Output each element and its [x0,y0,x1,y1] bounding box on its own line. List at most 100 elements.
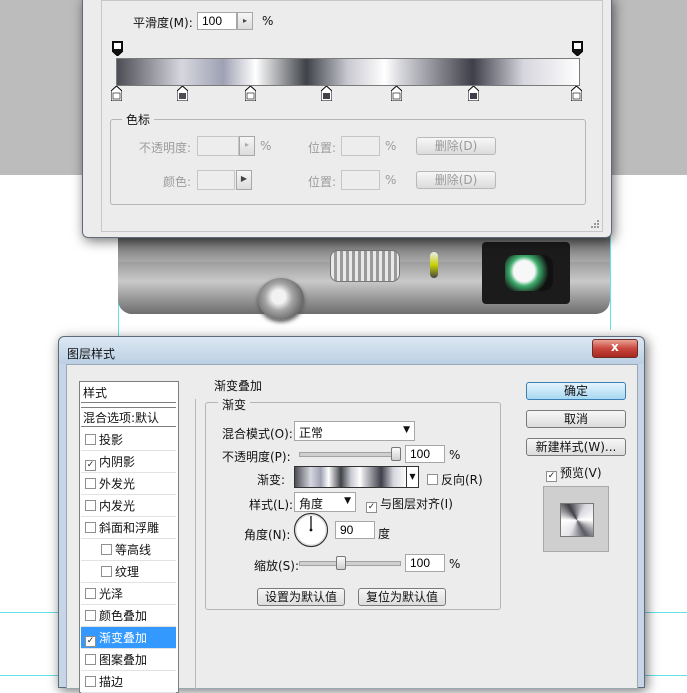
opacity-stop-icon-right[interactable] [572,41,583,56]
color-stop-icon[interactable] [321,86,332,101]
preview-label: 预览(V) [560,466,602,480]
smoothness-unit: % [262,14,274,28]
check-icon[interactable]: ✓ [85,460,96,471]
check-icon[interactable] [101,566,112,577]
main-area-divider [195,399,196,689]
smoothness-input[interactable] [197,12,237,30]
style-list-item[interactable]: 颜色叠加 [81,605,176,627]
check-icon[interactable] [101,544,112,555]
stop-opacity-input[interactable] [197,136,239,156]
close-icon: x [611,340,619,354]
styles-header-item[interactable]: 样式 [81,383,176,403]
scale-slider-track[interactable] [299,561,401,566]
style-list-item[interactable]: 等高线 [81,539,176,561]
stop-opacity-stepper[interactable]: ▸ [239,136,255,156]
scale-input[interactable] [405,554,445,572]
style-list-item[interactable]: 外发光 [81,473,176,495]
gradient-editor-panel: 平滑度(M): ▸ % 色标 不透明度: ▸ % 位置: % 删除(D) 颜色:… [101,0,603,232]
style-list-item[interactable]: ✓ 内阴影 [81,451,176,473]
smoothness-label: 平滑度(M): [133,16,193,30]
check-icon[interactable] [85,588,96,599]
gradient-subsection-title: 渐变 [218,396,251,413]
reverse-label: 反向(R) [441,473,483,487]
style-select[interactable]: 角度 ▼ [294,492,356,512]
style-list-item-label: 颜色叠加 [99,609,148,623]
smoothness-stepper[interactable]: ▸ [237,12,253,30]
check-icon[interactable] [85,478,96,489]
opacity-slider-track[interactable] [299,452,401,457]
blend-mode-label: 混合模式(O): [222,427,293,441]
check-icon: ✓ [546,471,557,482]
gradient-preview-bar[interactable] [116,58,580,86]
delete-opacity-stop-button[interactable]: 删除(D) [416,137,496,155]
blend-mode-select[interactable]: 正常 ▼ [294,421,415,441]
style-value: 角度 [299,497,324,511]
gradient-label: 渐变: [257,473,286,487]
stop-color-position-unit: % [385,173,397,187]
check-icon[interactable] [85,522,96,533]
cancel-button[interactable]: 取消 [526,410,626,428]
check-icon[interactable] [85,500,96,511]
ok-button[interactable]: 确定 [526,382,626,400]
new-style-button[interactable]: 新建样式(W)... [526,438,626,456]
gradient-picker-swatch[interactable] [294,466,408,488]
reverse-checkbox[interactable]: 反向(R) [427,471,483,488]
blend-options-item[interactable]: 混合选项:默认 [81,407,176,427]
dropdown-arrow-icon: ▼ [344,496,351,506]
color-stops-group [110,119,586,205]
stop-color-label: 颜色: [163,175,192,189]
align-with-layer-label: 与图层对齐(I) [380,497,453,511]
dropdown-arrow-icon: ▼ [403,425,410,435]
layer-style-body: 样式 混合选项:默认 投影 ✓ 内阴影 外发光 内发光 斜面和浮雕 等高线 纹理 光泽 颜色叠加 ✓… [66,364,638,693]
stop-color-swatch[interactable] [197,170,235,190]
opacity-stop-icon[interactable] [112,41,123,56]
close-button[interactable]: x [592,339,638,358]
align-with-layer-checkbox[interactable]: ✓ 与图层对齐(I) [366,495,453,513]
angle-input[interactable] [335,521,375,539]
check-icon[interactable] [85,676,96,687]
color-stop-icon[interactable] [245,86,256,101]
scale-slider-thumb[interactable] [335,556,346,570]
camera-knob-artwork [258,278,304,320]
style-preview-box [543,486,609,552]
color-stop-icon[interactable] [111,86,122,101]
resize-grip-icon[interactable] [590,219,600,229]
delete-color-stop-button[interactable]: 删除(D) [416,171,496,189]
layer-style-titlebar[interactable] [59,337,644,364]
color-stop-icon[interactable] [177,86,188,101]
layer-style-dialog: 图层样式 x 样式 混合选项:默认 投影 ✓ 内阴影 外发光 内发光 斜面和浮雕 等高线 纹理… [58,336,645,693]
style-list-item[interactable]: 纹理 [81,561,176,583]
style-list-item[interactable]: 图案叠加 [81,649,176,671]
make-default-button[interactable]: 设置为默认值 [257,588,345,606]
color-stop-icon[interactable] [468,86,479,101]
stop-color-position-input[interactable] [341,170,380,190]
opacity-input[interactable] [405,445,445,463]
stop-opacity-position-input[interactable] [341,136,380,156]
check-icon[interactable] [85,610,96,621]
style-list-item-label: 投影 [99,433,124,447]
stop-color-arrow-button[interactable]: ▶ [236,170,252,190]
check-icon[interactable]: ✓ [85,636,96,647]
reset-default-button[interactable]: 复位为默认值 [358,588,446,606]
layer-style-title: 图层样式 [67,347,116,361]
color-stops-group-title: 色标 [122,111,155,128]
style-list-item-label: 渐变叠加 [99,631,148,645]
stop-opacity-position-unit: % [385,139,397,153]
style-list-item[interactable]: 投影 [81,429,176,451]
gradient-editor-dialog: 平滑度(M): ▸ % 色标 不透明度: ▸ % 位置: % 删除(D) 颜色:… [82,0,612,238]
style-list-item[interactable]: 光泽 [81,583,176,605]
style-list-item[interactable]: 描边 [81,671,176,693]
angle-label: 角度(N): [244,528,291,542]
preview-checkbox[interactable]: ✓ 预览(V) [546,464,602,482]
check-icon[interactable] [85,654,96,665]
opacity-slider-thumb[interactable] [391,447,401,461]
style-list-item[interactable]: 斜面和浮雕 [81,517,176,539]
angle-dial-icon[interactable] [293,512,329,548]
check-icon[interactable] [85,434,96,445]
style-list-item[interactable]: 内发光 [81,495,176,517]
style-list-item-label: 内阴影 [99,455,136,469]
gradient-dropdown-arrow-icon[interactable]: ▼ [406,466,419,488]
color-stop-icon[interactable] [391,86,402,101]
color-stop-icon[interactable] [571,86,582,101]
style-list-item[interactable]: ✓ 渐变叠加 [81,627,176,649]
